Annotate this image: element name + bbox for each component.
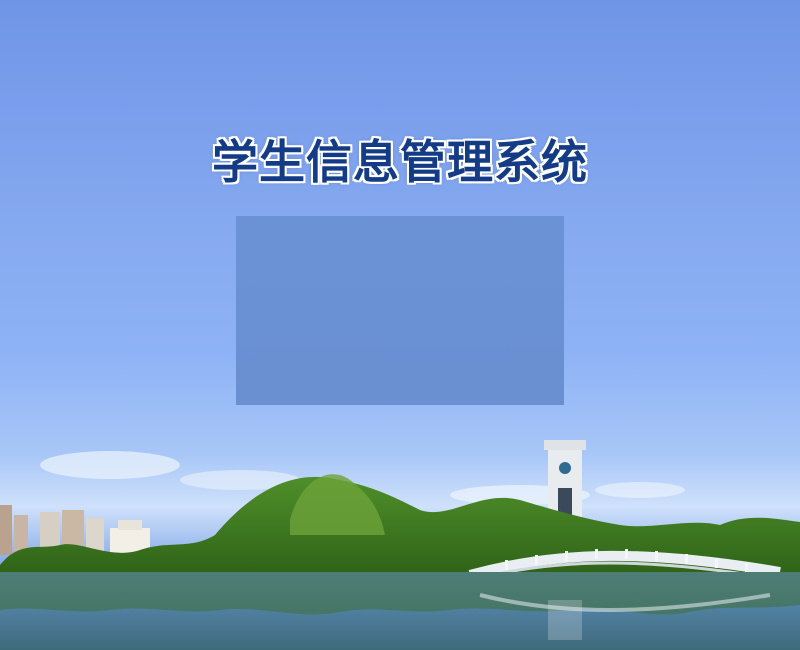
campus-lake-scenery-icon bbox=[0, 440, 800, 650]
login-panel bbox=[236, 216, 564, 405]
page-title: 学生信息管理系统 bbox=[212, 135, 588, 189]
login-screen: 学生信息管理系统 bbox=[0, 0, 800, 650]
